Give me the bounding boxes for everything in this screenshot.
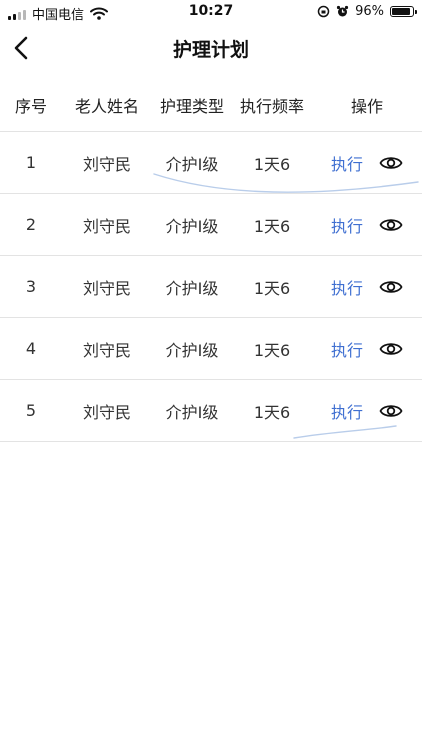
table-row: 2 刘守民 介护Ⅰ级 1天6 执行	[0, 194, 422, 256]
execute-button[interactable]: 执行	[331, 275, 363, 299]
row-frequency: 1天6	[253, 402, 291, 422]
row-index: 1	[25, 153, 37, 172]
eye-icon[interactable]	[379, 337, 403, 361]
care-plan-table: 序号 老人姓名 护理类型 执行频率 操作 1 刘守民 介护Ⅰ级 1天6 执行 2…	[0, 78, 422, 442]
row-frequency: 1天6	[253, 154, 291, 174]
row-type: 介护Ⅰ级	[165, 340, 219, 360]
header-action: 操作	[350, 96, 383, 116]
status-right: 96%	[317, 4, 417, 19]
table-row: 3 刘守民 介护Ⅰ级 1天6 执行	[0, 256, 422, 318]
row-actions: 执行	[312, 337, 422, 361]
row-type: 介护Ⅰ级	[165, 278, 219, 298]
eye-icon[interactable]	[379, 275, 403, 299]
eye-icon[interactable]	[379, 151, 403, 175]
nav-bar: 护理计划	[0, 24, 422, 72]
header-type: 护理类型	[159, 96, 224, 116]
execute-button[interactable]: 执行	[331, 399, 363, 423]
table-row: 5 刘守民 介护Ⅰ级 1天6 执行	[0, 380, 422, 442]
battery-icon	[390, 6, 417, 17]
table-row: 4 刘守民 介护Ⅰ级 1天6 执行	[0, 318, 422, 380]
row-frequency: 1天6	[253, 216, 291, 236]
row-name: 刘守民	[82, 340, 131, 360]
execute-button[interactable]: 执行	[331, 213, 363, 237]
row-type: 介护Ⅰ级	[165, 216, 219, 236]
battery-percent: 96%	[355, 4, 384, 19]
row-actions: 执行	[312, 275, 422, 299]
row-actions: 执行	[312, 213, 422, 237]
alarm-icon	[336, 5, 349, 17]
status-bar: 中国电信 10:27 96%	[0, 0, 422, 24]
row-actions: 执行	[312, 399, 422, 423]
row-index: 4	[25, 339, 37, 358]
table-header: 序号 老人姓名 护理类型 执行频率 操作	[0, 78, 422, 132]
row-frequency: 1天6	[253, 278, 291, 298]
page-title: 护理计划	[172, 39, 249, 61]
row-type: 介护Ⅰ级	[165, 402, 219, 422]
eye-icon[interactable]	[379, 213, 403, 237]
header-index: 序号	[14, 96, 47, 116]
execute-button[interactable]: 执行	[331, 337, 363, 361]
orientation-lock-icon	[317, 5, 330, 18]
row-name: 刘守民	[82, 278, 131, 298]
row-frequency: 1天6	[253, 340, 291, 360]
eye-icon[interactable]	[379, 399, 403, 423]
row-name: 刘守民	[82, 402, 131, 422]
execute-button[interactable]: 执行	[331, 151, 363, 175]
row-name: 刘守民	[82, 216, 131, 236]
header-name: 老人姓名	[74, 96, 139, 116]
row-actions: 执行	[312, 151, 422, 175]
table-row: 1 刘守民 介护Ⅰ级 1天6 执行	[0, 132, 422, 194]
header-frequency: 执行频率	[239, 96, 304, 116]
row-index: 5	[25, 401, 37, 420]
row-name: 刘守民	[82, 154, 131, 174]
row-type: 介护Ⅰ级	[165, 154, 219, 174]
row-index: 2	[25, 215, 37, 234]
row-index: 3	[25, 277, 37, 296]
